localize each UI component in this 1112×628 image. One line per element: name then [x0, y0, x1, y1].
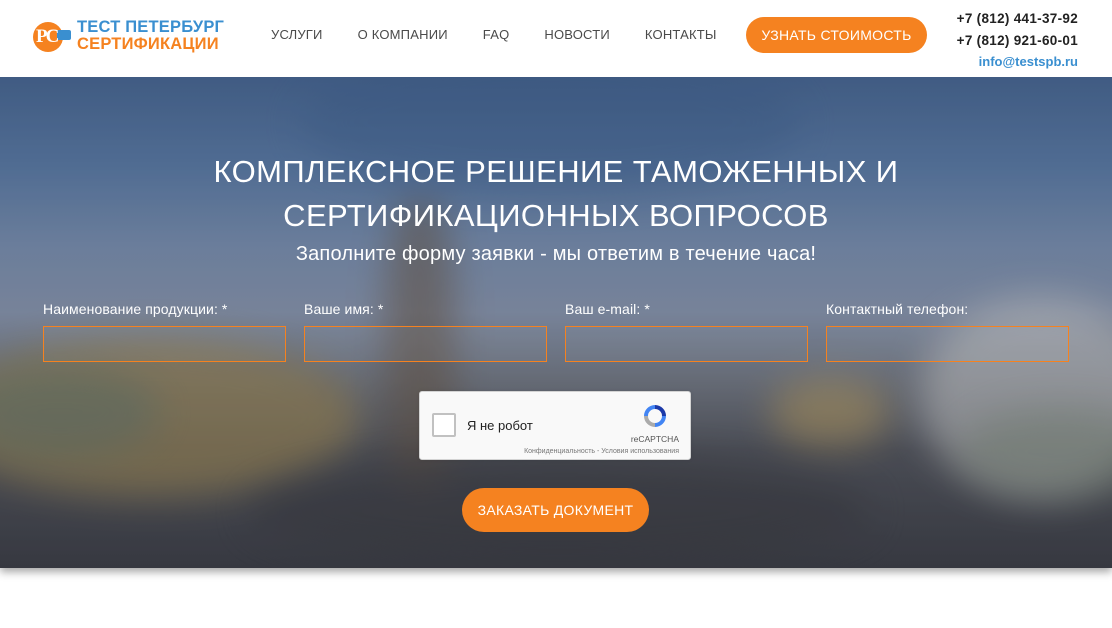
nav-item-contacts[interactable]: КОНТАКТЫ: [645, 27, 717, 42]
hero-section: КОМПЛЕКСНОЕ РЕШЕНИЕ ТАМОЖЕННЫХ И СЕРТИФИ…: [0, 77, 1112, 568]
email-field: Ваш e-mail: *: [565, 301, 808, 362]
logo-text-line1: ТЕСТ ПЕТЕРБУРГ: [77, 18, 225, 36]
logo[interactable]: PC ТЕСТ ПЕТЕРБУРГ СЕРТИФИКАЦИИ: [33, 16, 233, 56]
recaptcha-checkbox[interactable]: [432, 413, 456, 437]
phone-1[interactable]: +7 (812) 441-37-92: [957, 8, 1078, 30]
name-input[interactable]: [304, 326, 547, 362]
product-name-field: Наименование продукции: *: [43, 301, 286, 362]
recaptcha-terms[interactable]: Конфиденциальность - Условия использован…: [524, 448, 679, 455]
logo-icon: PC: [33, 20, 73, 52]
phone-field: Контактный телефон:: [826, 301, 1069, 362]
recaptcha-widget: Я не робот reCAPTCHA Конфиденциальность …: [419, 391, 691, 460]
nav-item-about[interactable]: О КОМПАНИИ: [358, 27, 448, 42]
email-link[interactable]: info@testspb.ru: [979, 54, 1078, 69]
recaptcha-label: Я не робот: [467, 418, 533, 433]
email-input[interactable]: [565, 326, 808, 362]
order-document-button[interactable]: ЗАКАЗАТЬ ДОКУМЕНТ: [462, 488, 649, 532]
product-name-input[interactable]: [43, 326, 286, 362]
email-label: Ваш e-mail: *: [565, 301, 650, 317]
logo-text-line2: СЕРТИФИКАЦИИ: [77, 35, 219, 53]
name-field: Ваше имя: *: [304, 301, 547, 362]
hero-title: КОМПЛЕКСНОЕ РЕШЕНИЕ ТАМОЖЕННЫХ И СЕРТИФИ…: [213, 154, 899, 233]
recaptcha-brand: reCAPTCHA: [630, 434, 679, 444]
site-header: PC ТЕСТ ПЕТЕРБУРГ СЕРТИФИКАЦИИ УСЛУГИ О …: [0, 0, 1112, 77]
header-contacts: +7 (812) 441-37-92 +7 (812) 921-60-01 in…: [957, 8, 1078, 72]
nav-item-services[interactable]: УСЛУГИ: [271, 27, 323, 42]
product-name-label: Наименование продукции: *: [43, 301, 228, 317]
phone-label: Контактный телефон:: [826, 301, 969, 317]
nav-item-faq[interactable]: FAQ: [483, 27, 510, 42]
recaptcha-icon: [644, 405, 666, 427]
name-label: Ваше имя: *: [304, 301, 384, 317]
hero-subtitle: Заполните форму заявки - мы ответим в те…: [295, 243, 817, 265]
phone-2[interactable]: +7 (812) 921-60-01: [957, 30, 1078, 52]
main-nav: УСЛУГИ О КОМПАНИИ FAQ НОВОСТИ КОНТАКТЫ: [271, 27, 752, 42]
phone-input[interactable]: [826, 326, 1069, 362]
get-price-button[interactable]: УЗНАТЬ СТОИМОСТЬ: [746, 17, 927, 53]
nav-item-news[interactable]: НОВОСТИ: [544, 27, 610, 42]
